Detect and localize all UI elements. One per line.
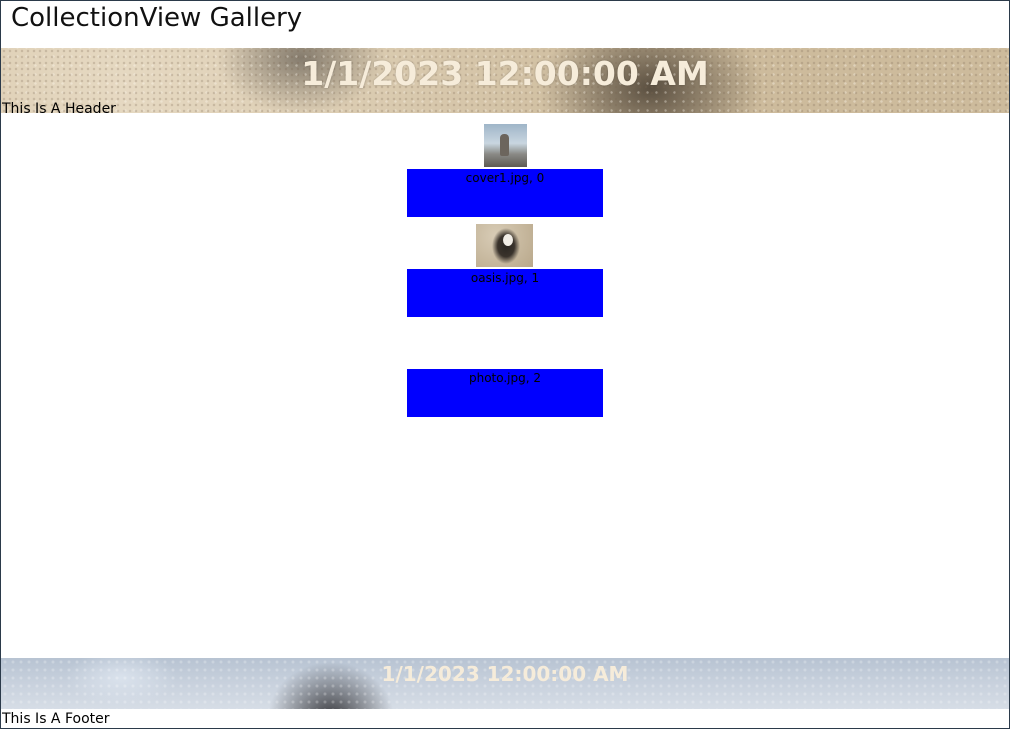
header-banner: 1/1/2023 12:00:00 AM [1, 48, 1009, 113]
footer-banner: 1/1/2023 12:00:00 AM [1, 658, 1009, 709]
page-title: CollectionView Gallery [11, 3, 303, 33]
item-box[interactable]: cover1.jpg, 0 [407, 169, 603, 217]
header-label: This Is A Header [2, 101, 116, 117]
item-caption: cover1.jpg, 0 [465, 171, 545, 185]
app-window: CollectionView Gallery 1/1/2023 12:00:00… [0, 0, 1010, 729]
footer-date: 1/1/2023 12:00:00 AM [381, 662, 629, 686]
item-thumbnail [484, 124, 527, 167]
item-caption: oasis.jpg, 1 [470, 271, 540, 285]
item-box[interactable]: photo.jpg, 2 [407, 369, 603, 417]
item-caption: photo.jpg, 2 [468, 371, 542, 385]
item-box[interactable]: oasis.jpg, 1 [407, 269, 603, 317]
footer-label: This Is A Footer [2, 711, 110, 727]
item-thumbnail [476, 224, 533, 267]
header-date: 1/1/2023 12:00:00 AM [301, 54, 709, 93]
